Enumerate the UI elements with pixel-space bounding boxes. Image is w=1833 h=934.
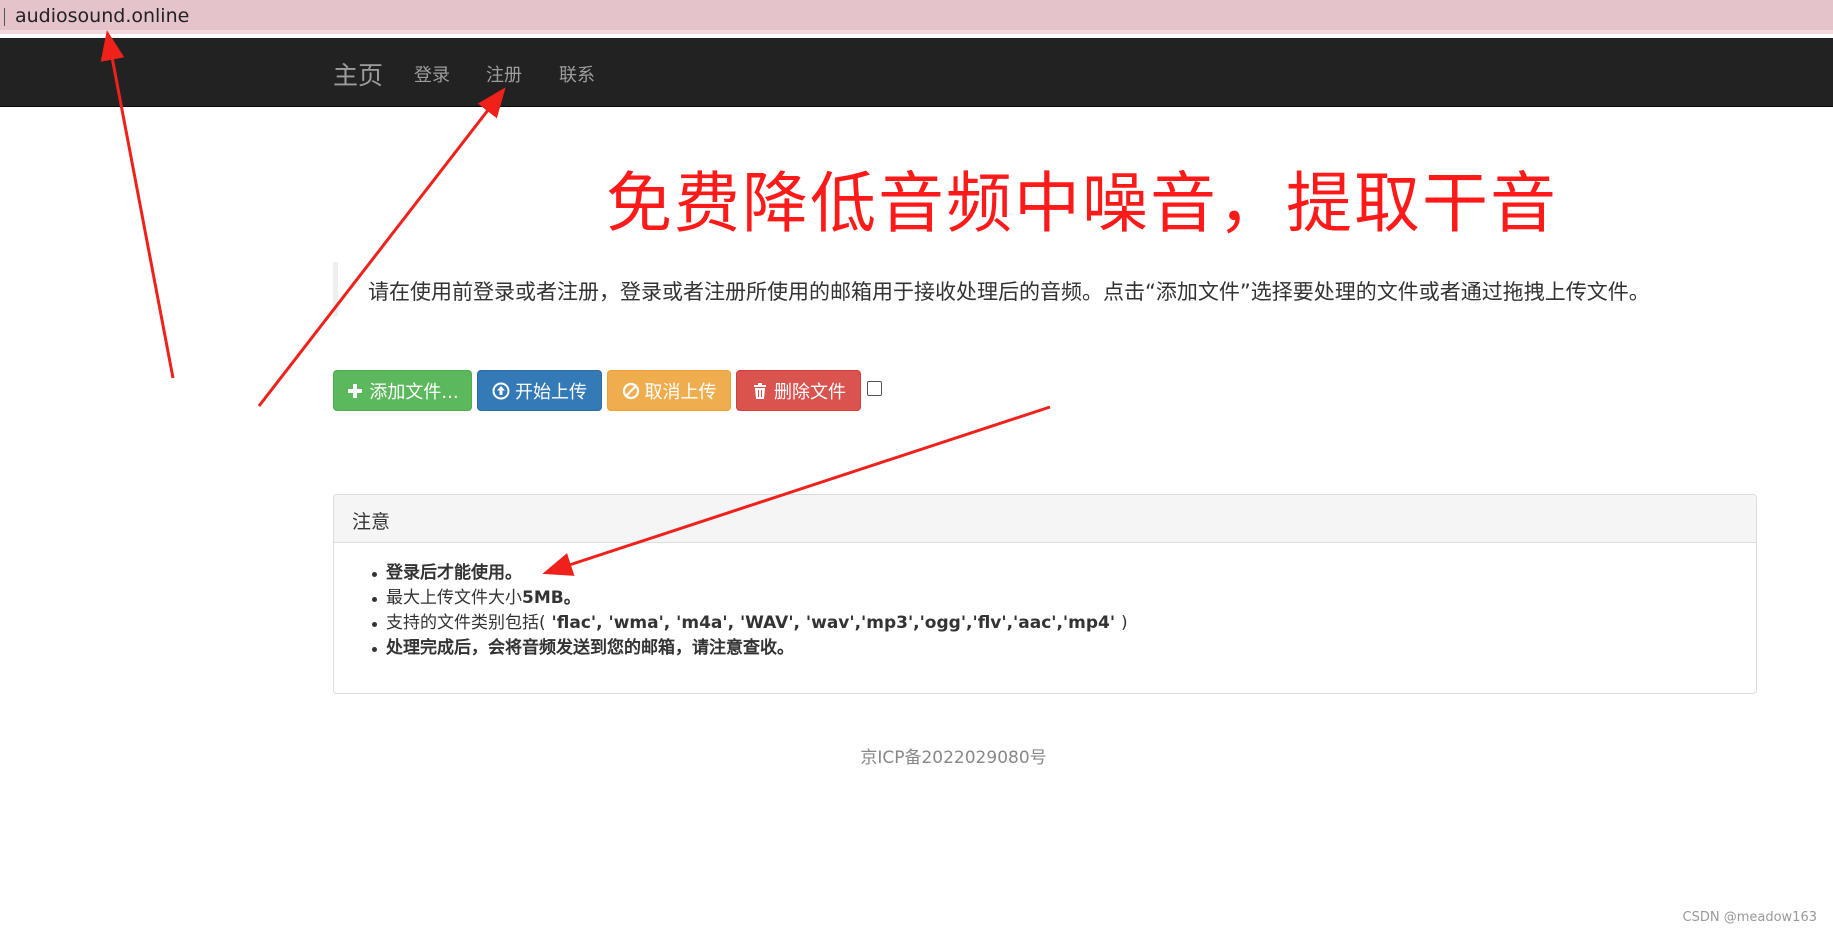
notice-item-max-size: 最大上传文件大小5MB。 — [372, 586, 1128, 611]
delete-files-label: 删除文件 — [774, 381, 846, 403]
add-files-label: 添加文件... — [369, 381, 459, 403]
notice-title: 注意 — [352, 511, 391, 533]
address-bar[interactable]: audiosound.online — [0, 0, 1833, 34]
notice-item-login-required: 登录后才能使用。 — [372, 561, 1128, 586]
text-caret — [4, 8, 5, 26]
arrow-to-register — [257, 87, 506, 407]
notice-item-email-delivery: 处理完成后，会将音频发送到您的邮箱，请注意查收。 — [372, 636, 1128, 661]
csdn-watermark: CSDN @meadow163 — [1682, 910, 1817, 925]
plus-icon — [346, 382, 364, 400]
annotation-arrows — [100, 30, 1051, 576]
nav-login-link[interactable]: 登录 — [414, 61, 450, 87]
nav-contact-link[interactable]: 联系 — [559, 61, 595, 87]
url-text[interactable]: audiosound.online — [15, 5, 189, 27]
page-title: 免费降低音频中噪音，提取干音 — [606, 165, 1558, 242]
intro-blockquote: 请在使用前登录或者注册，登录或者注册所使用的邮箱用于接收处理后的音频。点击“添加… — [333, 262, 1733, 316]
start-upload-label: 开始上传 — [515, 381, 587, 403]
cancel-upload-button[interactable]: 取消上传 — [607, 370, 731, 411]
notice-panel-heading: 注意 — [334, 495, 1756, 543]
delete-files-button[interactable]: 删除文件 — [736, 370, 861, 411]
top-navbar: 主页 登录 注册 联系 — [0, 38, 1833, 107]
intro-text: 请在使用前登录或者注册，登录或者注册所使用的邮箱用于接收处理后的音频。点击“添加… — [368, 280, 1650, 304]
start-upload-button[interactable]: 开始上传 — [477, 370, 602, 411]
ban-circle-icon — [622, 382, 640, 400]
icp-footer[interactable]: 京ICP备2022029080号 — [0, 743, 1833, 768]
upload-circle-icon — [492, 382, 510, 400]
trash-icon — [751, 382, 769, 400]
notice-panel: 注意 登录后才能使用。 最大上传文件大小5MB。 支持的文件类别包括( 'fla… — [333, 494, 1757, 694]
select-all-checkbox[interactable] — [867, 381, 882, 396]
add-files-button[interactable]: 添加文件... — [333, 370, 472, 411]
nav-register-link[interactable]: 注册 — [486, 61, 522, 87]
nav-home-link[interactable]: 主页 — [333, 56, 383, 92]
cancel-upload-label: 取消上传 — [644, 381, 717, 403]
notice-list: 登录后才能使用。 最大上传文件大小5MB。 支持的文件类别包括( 'flac',… — [372, 561, 1128, 661]
notice-item-formats: 支持的文件类别包括( 'flac', 'wma', 'm4a', 'WAV', … — [372, 611, 1128, 636]
